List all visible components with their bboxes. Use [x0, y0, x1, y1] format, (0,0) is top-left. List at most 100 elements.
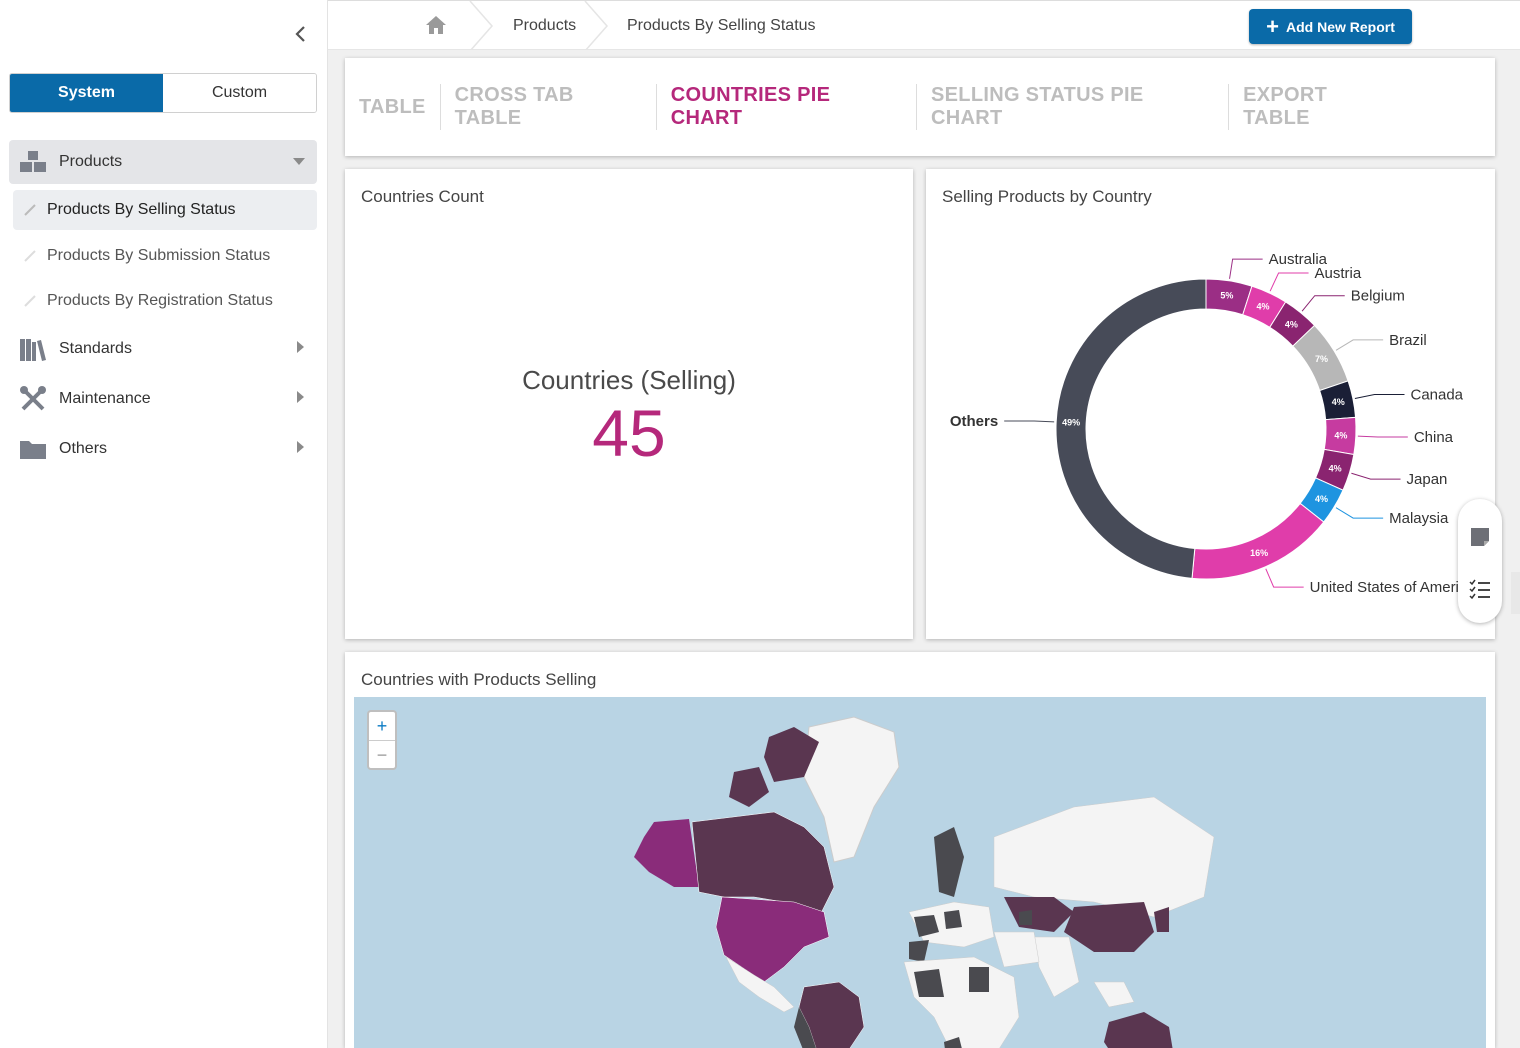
pie-category-label: Brazil [1389, 332, 1427, 349]
folder-icon [17, 435, 49, 463]
sidebar-item-label: Products [59, 153, 123, 170]
pie-leader-line [1357, 435, 1408, 438]
boxes-icon [17, 148, 49, 176]
sidebar-item-standards[interactable]: Standards [9, 327, 317, 371]
checklist-icon[interactable] [1468, 577, 1492, 601]
sidebar-subitem-submission-status[interactable]: Products By Submission Status [13, 236, 317, 276]
pie-percent-label: 4% [1332, 397, 1345, 407]
pencil-icon [23, 249, 39, 263]
countries-count-card: Countries Count Countries (Selling) 45 [345, 169, 913, 639]
zoom-in-button[interactable]: + [369, 712, 395, 741]
world-map-svg [634, 716, 1215, 1048]
sidebar-item-maintenance[interactable]: Maintenance [9, 377, 317, 421]
pie-percent-label: 4% [1256, 302, 1269, 312]
sidebar-item-label: Standards [59, 340, 132, 357]
map-spain[interactable] [909, 940, 929, 962]
caret-right-icon [297, 340, 305, 358]
sidebar-item-label: Others [59, 440, 108, 457]
zoom-out-button[interactable]: − [369, 741, 395, 769]
report-tabs: TABLE CROSS TAB TABLE COUNTRIES PIE CHAR… [345, 58, 1495, 156]
pie-percent-label: 16% [1250, 548, 1268, 558]
pie-category-label: Japan [1407, 471, 1448, 488]
floating-toolbar [1458, 499, 1502, 623]
pie-category-label: Austria [1315, 265, 1362, 282]
pie-percent-label: 4% [1315, 494, 1328, 504]
tools-icon [17, 385, 49, 413]
pie-leader-line [1269, 272, 1309, 292]
pie-category-label: United States of America [1310, 579, 1476, 596]
map-greenland[interactable] [803, 716, 900, 863]
home-icon[interactable] [425, 15, 447, 40]
map-china[interactable] [1064, 902, 1154, 952]
map-algeria[interactable] [914, 969, 944, 997]
breadcrumb-current: Products By Selling Status [627, 17, 816, 34]
pie-leader-line [1265, 568, 1304, 588]
sidebar-subitem-selling-status[interactable]: Products By Selling Status [13, 190, 317, 230]
pie-leader-line [1229, 258, 1263, 279]
subitem-label: Products By Submission Status [47, 247, 271, 264]
map-zoom-control: + − [367, 710, 397, 770]
segment-custom[interactable]: Custom [163, 74, 316, 112]
count-value: 45 [592, 396, 666, 470]
map-kazakhstan[interactable] [1004, 897, 1074, 932]
pie-category-label: China [1414, 429, 1454, 446]
map-alaska[interactable] [634, 819, 699, 887]
pie-category-label: Canada [1410, 386, 1463, 403]
pie-slice-united-states-of-america[interactable] [1191, 502, 1325, 580]
sidebar-subitem-registration-status[interactable]: Products By Registration Status [13, 281, 317, 321]
map-southeast-asia[interactable] [1093, 981, 1135, 1008]
books-icon [17, 335, 49, 363]
report-tabs-card: TABLE CROSS TAB TABLE COUNTRIES PIE CHAR… [345, 58, 1495, 156]
system-custom-toggle: System Custom [9, 73, 317, 113]
map-turkey[interactable] [1019, 910, 1032, 925]
sidebar-item-others[interactable]: Others [9, 427, 317, 471]
countries-map-card: Countries with Products Selling + − [345, 652, 1495, 1048]
breadcrumb: Products Products By Selling Status + Ad… [328, 0, 1520, 51]
add-new-report-button[interactable]: + Add New Report [1249, 9, 1412, 44]
pie-slice-others[interactable] [1055, 278, 1207, 579]
map-germany[interactable] [944, 910, 962, 929]
map-egypt[interactable] [969, 967, 989, 992]
caret-right-icon [297, 440, 305, 458]
caret-down-icon [293, 153, 305, 171]
pie-percent-label: 4% [1329, 463, 1342, 473]
map-africa[interactable] [903, 956, 1020, 1048]
map-india[interactable] [1033, 936, 1080, 998]
world-map[interactable]: + − [354, 697, 1486, 1048]
map-middle-east[interactable] [993, 931, 1040, 968]
pie-leader-line [1335, 507, 1384, 519]
plus-icon: + [1266, 13, 1279, 39]
card-title: Countries with Products Selling [361, 670, 597, 689]
pie-leader-line [1301, 295, 1345, 312]
pie-category-label: Others [950, 413, 998, 430]
pie-leader-line [1351, 472, 1401, 480]
tab-table[interactable]: TABLE [345, 96, 440, 119]
pencil-icon [23, 203, 39, 217]
tab-selling-status-pie-chart[interactable]: SELLING STATUS PIE CHART [916, 84, 1228, 130]
note-icon[interactable] [1468, 525, 1492, 549]
count-label: Countries (Selling) [522, 365, 736, 395]
breadcrumb-products[interactable]: Products [513, 17, 576, 35]
pie-percent-label: 4% [1334, 430, 1347, 440]
caret-right-icon [297, 390, 305, 408]
pie-category-label: Belgium [1351, 288, 1405, 305]
pie-leader-line [1004, 420, 1055, 423]
donut-chart: 5%Australia4%Austria4%Belgium7%Brazil4% C… [950, 251, 1476, 596]
map-canada-islands[interactable] [729, 767, 769, 807]
breadcrumb-separator [469, 1, 493, 51]
map-australia[interactable] [1104, 1012, 1174, 1048]
collapse-sidebar-icon[interactable] [290, 22, 312, 46]
pencil-icon [23, 294, 39, 308]
breadcrumb-separator [584, 1, 608, 51]
pie-category-label: Malaysia [1389, 510, 1449, 527]
sidebar: System Custom Products Products By Selli… [0, 0, 328, 1048]
sidebar-item-products[interactable]: Products [9, 140, 317, 184]
pie-leader-line [1354, 393, 1405, 399]
subitem-label: Products By Registration Status [47, 292, 273, 309]
tab-countries-pie-chart[interactable]: COUNTRIES PIE CHART [655, 84, 916, 130]
segment-system[interactable]: System [10, 74, 163, 112]
tab-export-table[interactable]: EXPORT TABLE [1228, 84, 1410, 130]
tab-cross-tab-table[interactable]: CROSS TAB TABLE [439, 84, 656, 130]
map-scandinavia[interactable] [934, 827, 964, 897]
side-panel-handle[interactable] [1511, 572, 1520, 614]
